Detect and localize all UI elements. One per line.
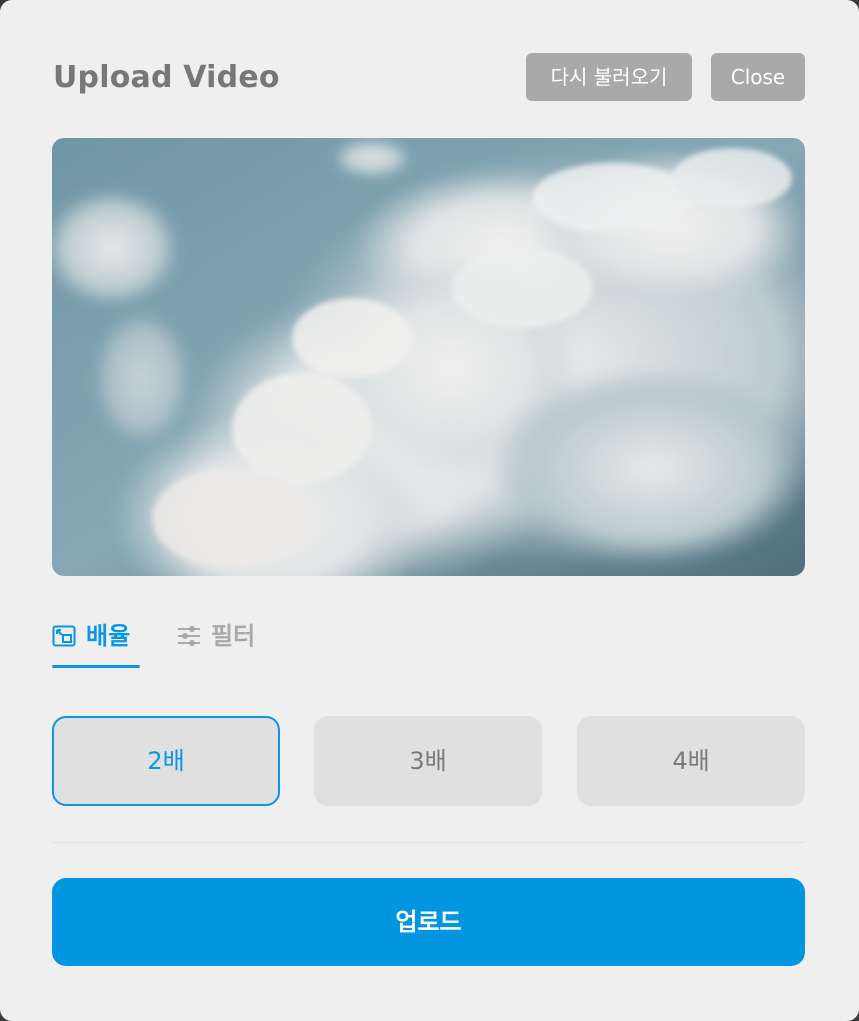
zoom-options: 2배 3배 4배 xyxy=(52,716,805,808)
zoom-option-3x[interactable]: 3배 xyxy=(314,716,542,806)
tab-zoom[interactable]: 배율 xyxy=(52,616,140,668)
reload-button[interactable]: 다시 불러오기 xyxy=(526,53,692,101)
tab-filter-label: 필터 xyxy=(211,622,256,650)
upload-button[interactable]: 업로드 xyxy=(52,878,805,966)
divider xyxy=(52,842,805,843)
tab-zoom-label: 배율 xyxy=(86,622,131,650)
tab-bar: 배율 필터 xyxy=(52,616,805,670)
zoom-icon xyxy=(52,625,76,647)
upload-video-dialog: Upload Video 다시 불러오기 Close 배율 필터 2배 3배 4… xyxy=(0,0,859,1021)
tab-filter[interactable]: 필터 xyxy=(177,616,277,668)
zoom-option-4x[interactable]: 4배 xyxy=(577,716,805,806)
sliders-icon xyxy=(178,626,200,646)
close-button[interactable]: Close xyxy=(711,53,805,101)
video-frame-clouds xyxy=(52,138,805,576)
zoom-option-2x[interactable]: 2배 xyxy=(52,716,280,806)
dialog-title: Upload Video xyxy=(53,60,280,95)
video-preview[interactable] xyxy=(52,138,805,576)
